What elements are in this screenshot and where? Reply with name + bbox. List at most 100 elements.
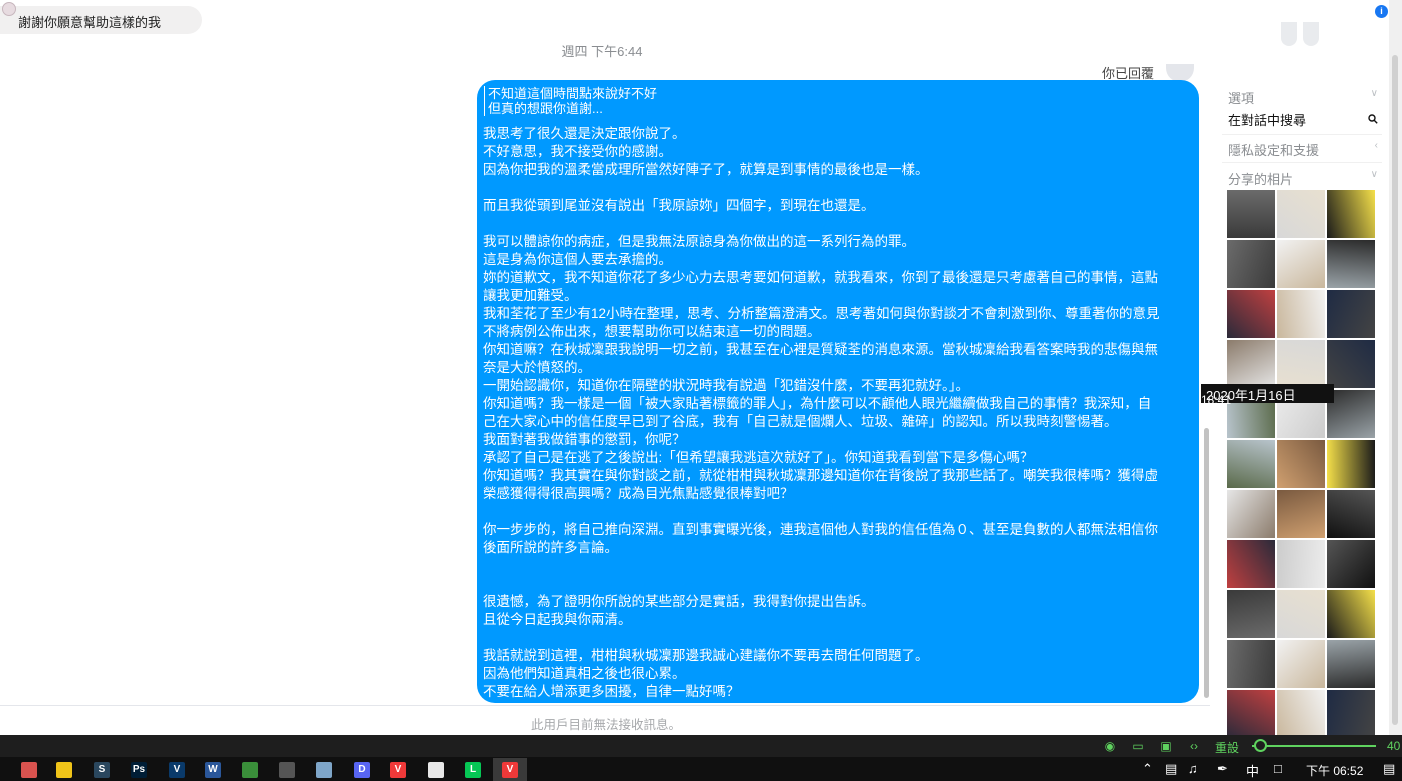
chevron-up-icon[interactable]: ⌃ <box>1142 761 1153 777</box>
avatar[interactable] <box>2 2 16 16</box>
shared-photo-thumbnail[interactable] <box>1227 340 1275 388</box>
message-text: 我思考了很久還是決定跟你說了。 不好意思，我不接受你的感謝。 因為你把我的溫柔當成理… <box>483 125 1189 701</box>
shared-photo-thumbnail[interactable] <box>1227 690 1275 735</box>
message-bubble[interactable]: 不知道這個時間點來說好不好 但真的想跟你道謝... 我思考了很久還是決定跟你說了… <box>477 80 1199 703</box>
shared-photo-thumbnail[interactable] <box>1327 540 1375 588</box>
notification-icon[interactable]: ▤ <box>1383 761 1395 777</box>
shared-photo-thumbnail[interactable] <box>1277 690 1325 735</box>
options-section[interactable]: 選項 ∨ <box>1228 88 1378 107</box>
volume-icon[interactable]: ♫ <box>1188 761 1198 776</box>
taskbar-app-vivaldi-1[interactable]: V <box>381 758 415 781</box>
options-label: 選項 <box>1228 91 1255 106</box>
contact-avatar[interactable] <box>1279 22 1321 48</box>
taskbar-app-app-12[interactable] <box>419 758 453 781</box>
message-line <box>483 557 1189 575</box>
taskbar-app-vivaldi-2[interactable]: V <box>493 758 527 781</box>
window-scrollbar-thumb[interactable] <box>1392 55 1398 725</box>
shared-photo-thumbnail[interactable] <box>1327 440 1375 488</box>
message-line: 不將病例公佈出來，想要幫助你可以結束這一切的問題。 <box>483 324 821 339</box>
chat-scrollbar[interactable] <box>1203 28 1211 704</box>
shared-photo-thumbnail[interactable] <box>1327 390 1375 438</box>
pen-icon[interactable]: ✒ <box>1217 761 1228 777</box>
code-icon[interactable]: ‹› <box>1187 739 1201 753</box>
shared-photo-thumbnail[interactable] <box>1327 490 1375 538</box>
chevron-down-icon: ∨ <box>1370 169 1378 180</box>
search-in-conversation[interactable]: 在對話中搜尋 <box>1228 110 1378 130</box>
shared-photo-thumbnail[interactable] <box>1277 190 1325 238</box>
shared-photo-thumbnail[interactable] <box>1327 340 1375 388</box>
ime-mode-icon[interactable]: □ <box>1274 761 1282 776</box>
message-line <box>483 629 1189 647</box>
shared-photo-thumbnail[interactable] <box>1327 590 1375 638</box>
chat-scrollbar-thumb[interactable] <box>1204 428 1209 698</box>
input-method-indicator[interactable]: 中 <box>1246 761 1259 780</box>
shared-photo-thumbnail[interactable] <box>1327 240 1375 288</box>
network-icon[interactable]: ▤ <box>1165 761 1177 777</box>
taskbar-app-steam[interactable]: S <box>85 758 119 781</box>
search-icon <box>1368 114 1378 124</box>
line-icon: L <box>465 762 481 778</box>
quote-line: 不知道這個時間點來說好不好 <box>488 86 658 101</box>
shared-photo-thumbnail[interactable] <box>1277 490 1325 538</box>
image-icon[interactable]: ▣ <box>1159 739 1173 753</box>
shared-photo-thumbnail[interactable] <box>1327 290 1375 338</box>
zoom-reset-button[interactable]: 重設 <box>1215 739 1239 756</box>
app-7-icon <box>242 762 258 778</box>
vivaldi-2-icon: V <box>502 762 518 778</box>
taskbar-app-line[interactable]: L <box>456 758 490 781</box>
shared-photo-thumbnail[interactable] <box>1277 540 1325 588</box>
zoom-value: 40 <box>1387 739 1401 753</box>
shared-photo-thumbnail[interactable] <box>1227 240 1275 288</box>
shared-photo-thumbnail[interactable] <box>1227 540 1275 588</box>
taskbar-app-vegas[interactable]: V <box>160 758 194 781</box>
shared-photo-thumbnail[interactable] <box>1227 590 1275 638</box>
shared-photo-thumbnail[interactable] <box>1227 490 1275 538</box>
privacy-section[interactable]: 隱私設定和支援 ‹ <box>1228 140 1378 159</box>
taskbar-app-notepad[interactable] <box>307 758 341 781</box>
steam-icon: S <box>94 762 110 778</box>
info-icon[interactable]: i <box>1375 5 1388 18</box>
window-icon[interactable]: ▭ <box>1131 739 1145 753</box>
taskbar-app-photoshop[interactable]: Ps <box>122 758 156 781</box>
screen: 謝謝你願意幫助這樣的我 週四 下午6:44 你已回覆 不知道這個時間點來說好不好… <box>0 0 1402 781</box>
app-1-icon <box>21 762 37 778</box>
shared-photos-section[interactable]: 分享的相片 ∨ <box>1228 169 1378 188</box>
shared-photo-thumbnail[interactable] <box>1227 640 1275 688</box>
discord-icon: D <box>354 762 370 778</box>
taskbar-app-app-8[interactable] <box>270 758 304 781</box>
message-line: 榮感獲得得很高興嗎？成為目光焦點感覺很棒對吧？ <box>483 486 794 501</box>
taskbar-app-app-7[interactable] <box>233 758 267 781</box>
message-line: 且從今日起我與你兩清。 <box>483 612 632 627</box>
photo-date-tooltip: 2020年1月16日 18:41 <box>1201 384 1334 407</box>
shared-photo-thumbnail[interactable] <box>1277 340 1325 388</box>
shared-photo-thumbnail[interactable] <box>1277 640 1325 688</box>
composer-divider <box>0 705 1210 706</box>
shared-photo-thumbnail[interactable] <box>1277 590 1325 638</box>
shared-photo-thumbnail[interactable] <box>1227 190 1275 238</box>
system-clock[interactable]: 下午 06:52 <box>1306 762 1363 779</box>
taskbar-app-app-1[interactable] <box>12 758 46 781</box>
shared-photo-thumbnail[interactable] <box>1327 190 1375 238</box>
taskbar-app-file-explorer[interactable] <box>47 758 81 781</box>
privacy-label: 隱私設定和支援 <box>1228 143 1320 158</box>
message-line: 而且我從頭到尾並沒有說出「我原諒妳」四個字，到現在也還是。 <box>483 198 875 213</box>
tooltip-time: 18:41 <box>1201 393 1232 407</box>
shared-photo-thumbnail[interactable] <box>1327 640 1375 688</box>
zoom-slider[interactable] <box>1252 745 1376 747</box>
zoom-slider-handle[interactable] <box>1254 739 1267 752</box>
taskbar-app-word[interactable]: W <box>196 758 230 781</box>
chat-pane: 謝謝你願意幫助這樣的我 週四 下午6:44 你已回覆 不知道這個時間點來說好不好… <box>0 0 1214 735</box>
shared-photo-thumbnail[interactable] <box>1227 440 1275 488</box>
quoted-reply[interactable]: 不知道這個時間點來說好不好 但真的想跟你道謝... <box>484 86 657 116</box>
camera-icon[interactable]: ◉ <box>1103 739 1117 753</box>
shared-photo-thumbnail[interactable] <box>1327 690 1375 735</box>
taskbar-app-discord[interactable]: D <box>345 758 379 781</box>
shared-photo-thumbnail[interactable] <box>1277 290 1325 338</box>
shared-photo-thumbnail[interactable] <box>1277 240 1325 288</box>
window-scrollbar[interactable] <box>1389 0 1402 735</box>
conversation-info-panel: 選項 ∨ 在對話中搜尋 隱私設定和支援 ‹ 分享的相片 ∨ <box>1217 0 1389 735</box>
shared-photo-thumbnail[interactable] <box>1227 290 1275 338</box>
message-line: 我可以體諒你的病症，但是我無法原諒身為你做出的這一系列行為的罪。 <box>483 234 915 249</box>
shared-photo-thumbnail[interactable] <box>1277 440 1325 488</box>
divider <box>1222 134 1382 135</box>
